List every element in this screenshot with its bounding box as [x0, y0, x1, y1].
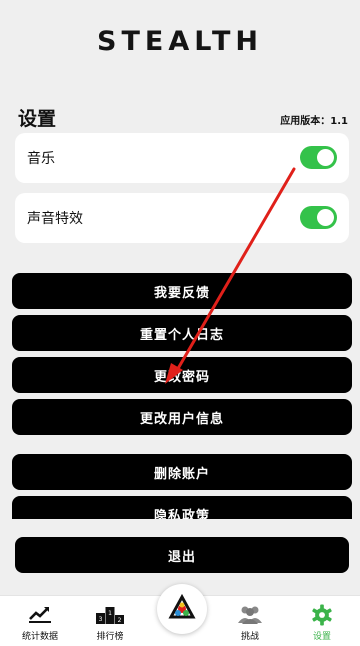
settings-header: 设置 应用版本：1.1 [18, 104, 348, 130]
group-icon [238, 606, 262, 624]
home-logo-icon [168, 593, 196, 619]
sound-effects-setting-card: 声音特效 [15, 193, 349, 243]
music-setting-card: 音乐 [15, 133, 349, 183]
sound-effects-toggle[interactable] [300, 206, 337, 229]
stealth-logo: STEALTH [97, 26, 263, 57]
tab-settings[interactable]: 设置 [292, 596, 352, 646]
change-password-button[interactable]: 更改密码 [12, 357, 352, 393]
home-center-button[interactable] [157, 584, 207, 634]
svg-text:3: 3 [99, 616, 103, 623]
reset-log-button[interactable]: 重置个人日志 [12, 315, 352, 351]
change-user-info-button[interactable]: 更改用户信息 [12, 399, 352, 435]
stats-icon [29, 607, 51, 623]
tab-leaderboard[interactable]: 3 1 2 排行榜 [80, 596, 140, 646]
settings-menu-list[interactable]: 我要反馈 重置个人日志 更改密码 更改用户信息 删除账户 隐私政策 [12, 273, 352, 519]
app-version: 应用版本：1.1 [280, 116, 348, 127]
music-toggle[interactable] [300, 146, 337, 169]
sound-effects-label: 声音特效 [27, 211, 83, 227]
delete-account-button[interactable]: 删除账户 [12, 454, 352, 490]
gear-icon [312, 604, 332, 626]
tab-stats-label: 统计数据 [21, 632, 58, 642]
tab-leaderboard-label: 排行榜 [96, 632, 124, 642]
logout-button[interactable]: 退出 [15, 537, 349, 573]
tab-stats[interactable]: 统计数据 [10, 596, 70, 646]
tab-settings-label: 设置 [312, 632, 331, 642]
privacy-policy-button[interactable]: 隐私政策 [12, 496, 352, 519]
leaderboard-icon: 3 1 2 [96, 607, 124, 624]
svg-text:1: 1 [108, 610, 112, 617]
svg-text:2: 2 [118, 617, 122, 624]
page-title: 设置 [18, 108, 57, 130]
feedback-button[interactable]: 我要反馈 [12, 273, 352, 309]
music-label: 音乐 [27, 151, 55, 167]
tab-challenge-label: 挑战 [240, 632, 259, 642]
tab-challenge[interactable]: 挑战 [220, 596, 280, 646]
